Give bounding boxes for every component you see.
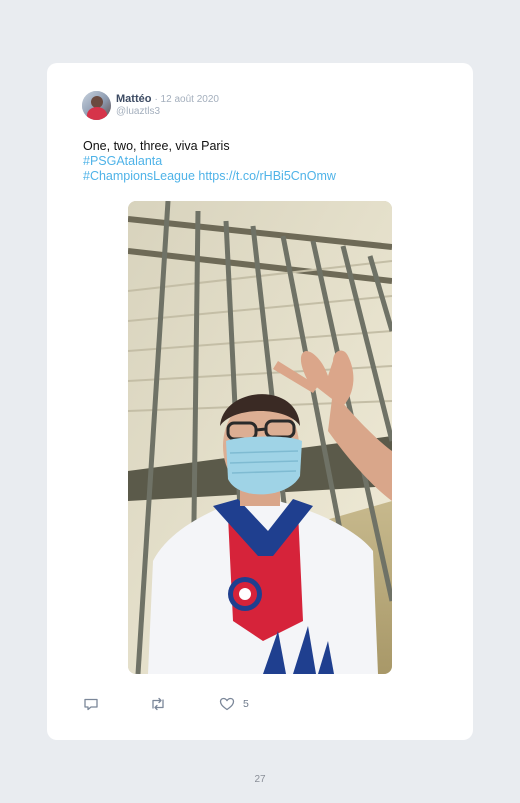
avatar[interactable] (82, 91, 111, 120)
tweet-text: One, two, three, viva Paris #PSGAtalanta… (83, 139, 443, 184)
author-line: Mattéo · 12 août 2020 (116, 93, 219, 105)
hashtag-link[interactable]: #ChampionsLeague (83, 169, 195, 183)
retweet-icon (149, 696, 167, 712)
reply-icon (83, 696, 99, 712)
url-link[interactable]: https://t.co/rHBi5CnOmw (198, 169, 336, 183)
like-button[interactable]: 5 (219, 695, 249, 713)
tweet-text-line: One, two, three, viva Paris (83, 139, 230, 153)
hashtag-link[interactable]: #PSGAtalanta (83, 154, 443, 169)
tweet-date[interactable]: · 12 août 2020 (154, 94, 219, 105)
page-number: 27 (254, 774, 266, 785)
like-count: 5 (243, 698, 249, 710)
photo-image (128, 201, 392, 674)
heart-icon (219, 696, 235, 712)
tweet-header: Mattéo · 12 août 2020 @luaztls3 (82, 91, 382, 121)
author-name[interactable]: Mattéo (116, 93, 151, 105)
tweet-card: Mattéo · 12 août 2020 @luaztls3 One, two,… (47, 63, 473, 740)
retweet-button[interactable] (149, 695, 167, 713)
tweet-actions: 5 (83, 695, 283, 713)
tweet-photo[interactable] (128, 201, 392, 674)
author-handle[interactable]: @luaztls3 (116, 106, 160, 117)
reply-button[interactable] (83, 695, 99, 713)
